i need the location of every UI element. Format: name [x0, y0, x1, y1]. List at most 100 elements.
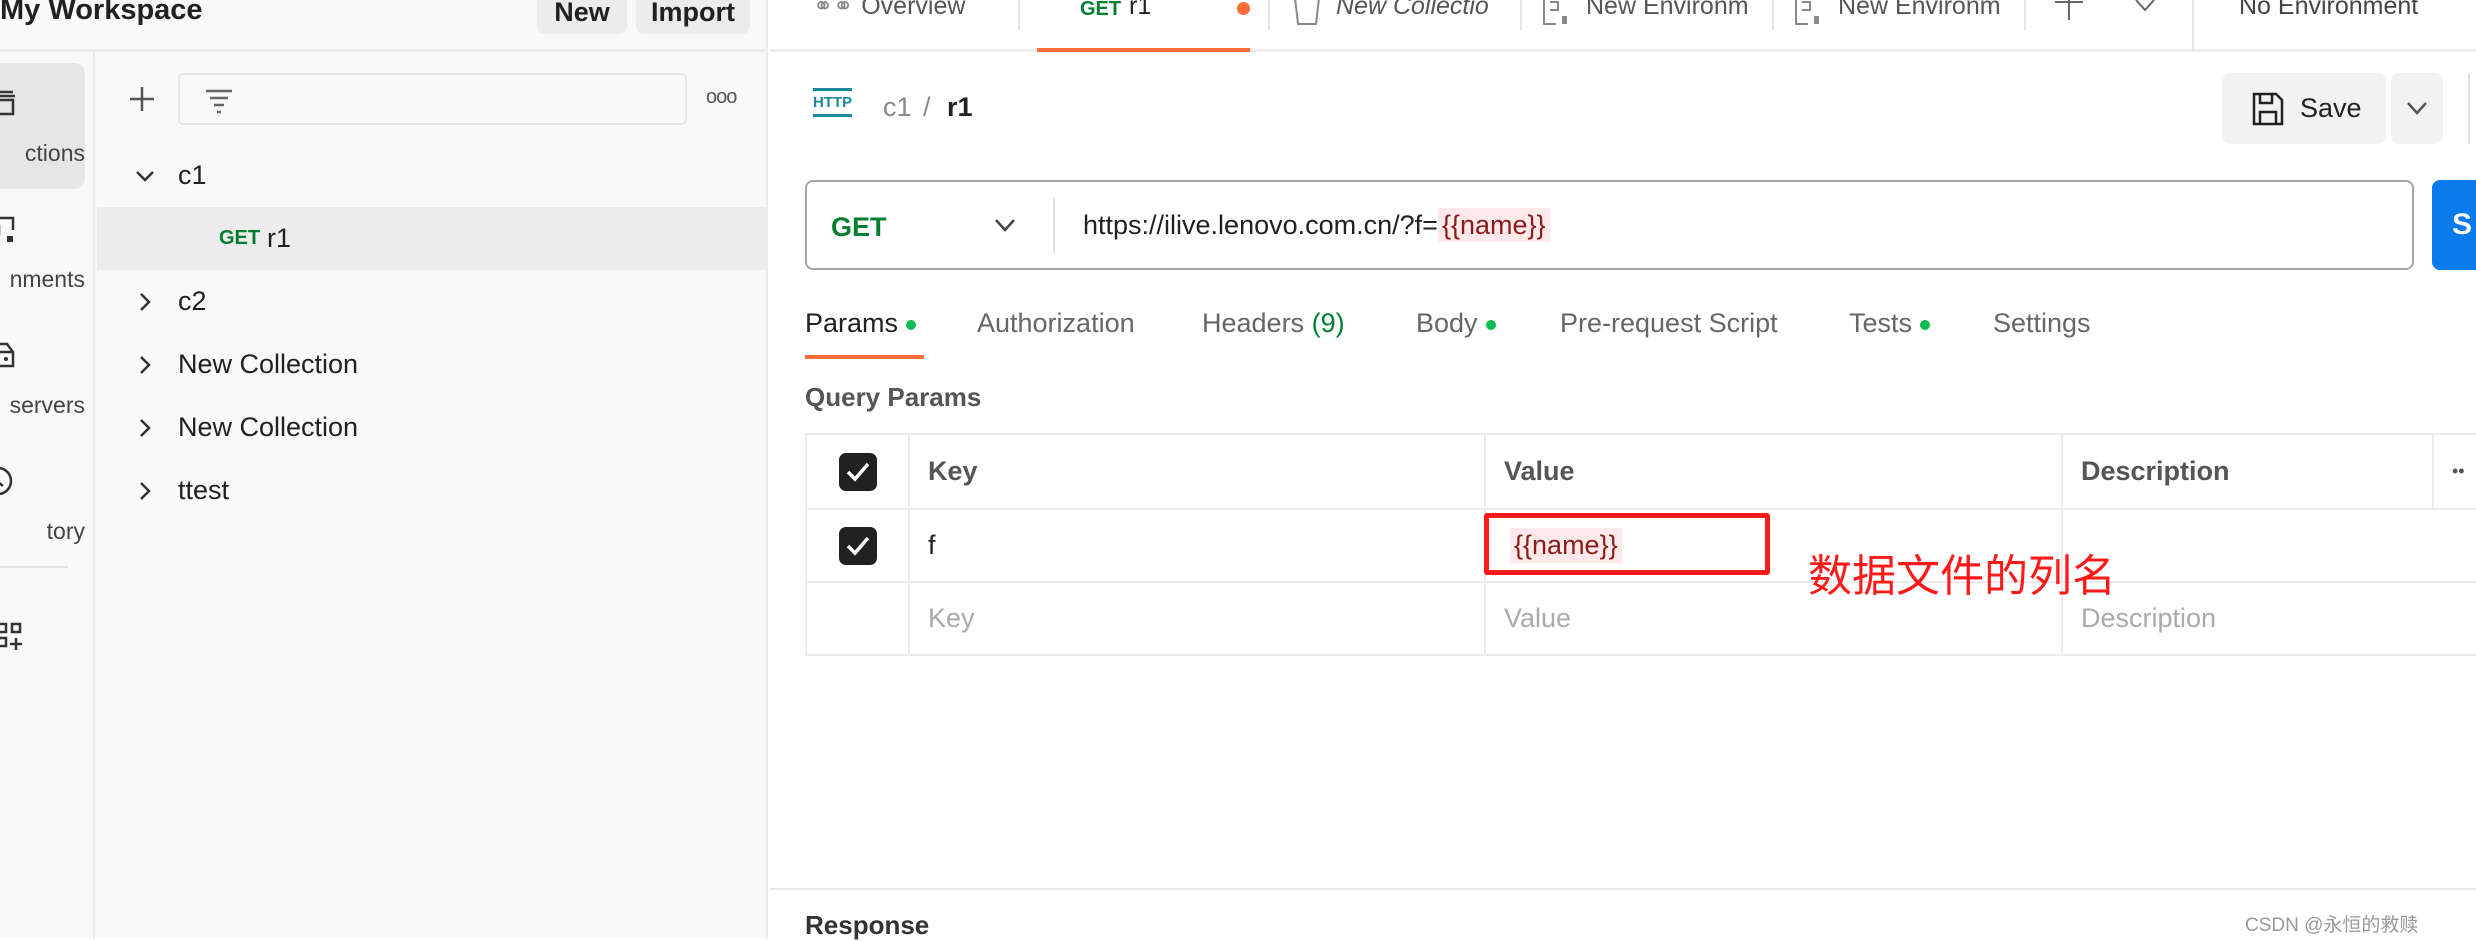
method-badge: GET	[1080, 0, 1122, 20]
tab-label: New Collectio	[1336, 0, 1489, 20]
method-select[interactable]: GET	[807, 182, 1053, 268]
tree-label: ttest	[178, 475, 230, 505]
tab-label: Params	[805, 308, 899, 338]
headers-count: (9)	[1311, 308, 1345, 338]
tree-label: c1	[178, 160, 207, 190]
left-pane: My Workspace New Import ctions nments se…	[0, 0, 768, 939]
chevron-right-icon[interactable]	[133, 416, 157, 440]
tab-divider	[2024, 0, 2026, 30]
tab-settings[interactable]: Settings	[1993, 308, 2091, 339]
tab-label: Tests	[1849, 308, 1913, 338]
row-checkbox[interactable]	[838, 526, 877, 565]
select-all-checkbox-cell	[805, 433, 910, 510]
environment-selector[interactable]: No Environment	[2239, 0, 2418, 21]
tab-bar: ⚭⚭ Overview GET r1 New Collectio New Env…	[770, 0, 2476, 52]
url-variable: {{name}}	[1437, 208, 1550, 242]
tree-collection-c2[interactable]: c2	[97, 270, 766, 333]
chevron-right-icon[interactable]	[133, 479, 157, 503]
workspace-title[interactable]: My Workspace	[0, 0, 203, 27]
method-label: GET	[831, 212, 887, 242]
tree-request-r1[interactable]: GET r1	[97, 207, 766, 270]
save-options-dropdown[interactable]	[2391, 73, 2443, 144]
chevron-right-icon[interactable]	[133, 290, 157, 314]
tree-collection-new-collection[interactable]: New Collection	[97, 333, 766, 396]
url-bar: GET https://ilive.lenovo.com.cn/?f= {{nam…	[805, 180, 2414, 270]
divider	[1053, 198, 1055, 254]
header-value: Value	[1484, 433, 2063, 510]
breadcrumb-separator: /	[923, 92, 931, 122]
param-key-input[interactable]: f	[908, 508, 1486, 583]
param-description-input[interactable]	[2061, 508, 2476, 583]
header-key: Key	[908, 433, 1486, 510]
rail-item-mock-servers[interactable]: servers	[0, 315, 85, 441]
collection-icon	[1294, 0, 1320, 25]
tab-get-r1[interactable]: GET r1	[1037, 0, 1250, 52]
workspace-header: My Workspace New Import	[0, 0, 768, 52]
annotation-text: 数据文件的列名	[1808, 551, 2116, 602]
method-badge: GET	[219, 227, 261, 249]
response-divider[interactable]	[770, 888, 2476, 890]
chevron-right-icon[interactable]	[133, 353, 157, 377]
import-button[interactable]: Import	[636, 0, 750, 34]
tab-headers[interactable]: Headers (9)	[1202, 308, 1345, 339]
tab-overview[interactable]: ⚭⚭ Overview	[813, 0, 965, 44]
new-description-input[interactable]: Description	[2061, 581, 2476, 656]
tree-label: r1	[267, 223, 292, 253]
history-icon	[0, 466, 13, 496]
more-options-icon[interactable]: ooo	[706, 86, 737, 109]
tabs-dropdown-chevron-icon[interactable]	[2134, 0, 2156, 16]
tab-params[interactable]: Params	[805, 308, 917, 339]
tab-new-environment[interactable]: New Environm	[1542, 0, 1749, 44]
tree-collection-ttest[interactable]: ttest	[97, 459, 766, 522]
select-all-checkbox[interactable]	[838, 452, 877, 491]
collections-icon	[0, 90, 15, 116]
header-description: Description	[2061, 433, 2434, 510]
tree-collection-new-collection[interactable]: New Collection	[97, 396, 766, 459]
http-request-icon: HTTP	[813, 88, 853, 117]
chevron-down-icon	[2407, 102, 2427, 115]
icon-rail: ctions nments servers tory	[0, 52, 95, 939]
table-more-options-icon[interactable]: ••	[2432, 433, 2476, 510]
empty-checkbox-cell	[805, 581, 910, 656]
tab-authorization[interactable]: Authorization	[977, 308, 1135, 339]
tab-new-collection[interactable]: New Collectio	[1292, 0, 1489, 44]
new-tab-plus-icon[interactable]	[2054, 0, 2084, 22]
tab-divider	[1520, 0, 1522, 30]
tab-new-environment[interactable]: New Environm	[1794, 0, 2001, 44]
tab-body[interactable]: Body	[1416, 308, 1496, 339]
save-button[interactable]: Save	[2222, 73, 2386, 144]
tab-divider	[1268, 0, 1270, 30]
send-button[interactable]: S	[2432, 180, 2476, 270]
active-tab-indicator	[805, 355, 924, 359]
annotation-highlight-box	[1484, 513, 1770, 575]
divider	[2192, 0, 2194, 52]
add-collection-icon[interactable]	[128, 85, 156, 113]
check-icon	[846, 536, 869, 556]
chevron-down-icon[interactable]	[133, 164, 157, 188]
rail-item-history[interactable]: tory	[0, 441, 85, 567]
filter-input[interactable]	[178, 73, 687, 125]
new-key-input[interactable]: Key	[908, 581, 1486, 656]
save-icon	[2252, 92, 2284, 125]
rail-label: nments	[9, 266, 85, 292]
check-icon	[846, 462, 869, 482]
chevron-down-icon	[995, 219, 1015, 232]
configure-workspace-icon[interactable]	[0, 622, 30, 656]
breadcrumb-parent[interactable]: c1	[883, 92, 912, 123]
tree-collection-c1[interactable]: c1	[97, 144, 766, 207]
tab-label: Overview	[861, 0, 966, 20]
breadcrumb-request-name[interactable]: r1	[947, 92, 973, 123]
row-checkbox-cell	[805, 508, 910, 583]
rail-item-environments[interactable]: nments	[0, 189, 85, 315]
query-params-title: Query Params	[805, 382, 982, 412]
tab-pre-request-script[interactable]: Pre-request Script	[1560, 308, 1778, 339]
new-button[interactable]: New	[537, 0, 627, 34]
rail-divider	[0, 566, 68, 568]
url-input[interactable]: https://ilive.lenovo.com.cn/?f= {{name}}	[1083, 208, 1550, 242]
save-label: Save	[2300, 93, 2362, 123]
rail-item-collections[interactable]: ctions	[0, 63, 85, 189]
status-dot	[906, 319, 917, 330]
tab-tests[interactable]: Tests	[1849, 308, 1931, 339]
status-dot	[1920, 319, 1931, 330]
tree-label: c2	[178, 286, 207, 316]
